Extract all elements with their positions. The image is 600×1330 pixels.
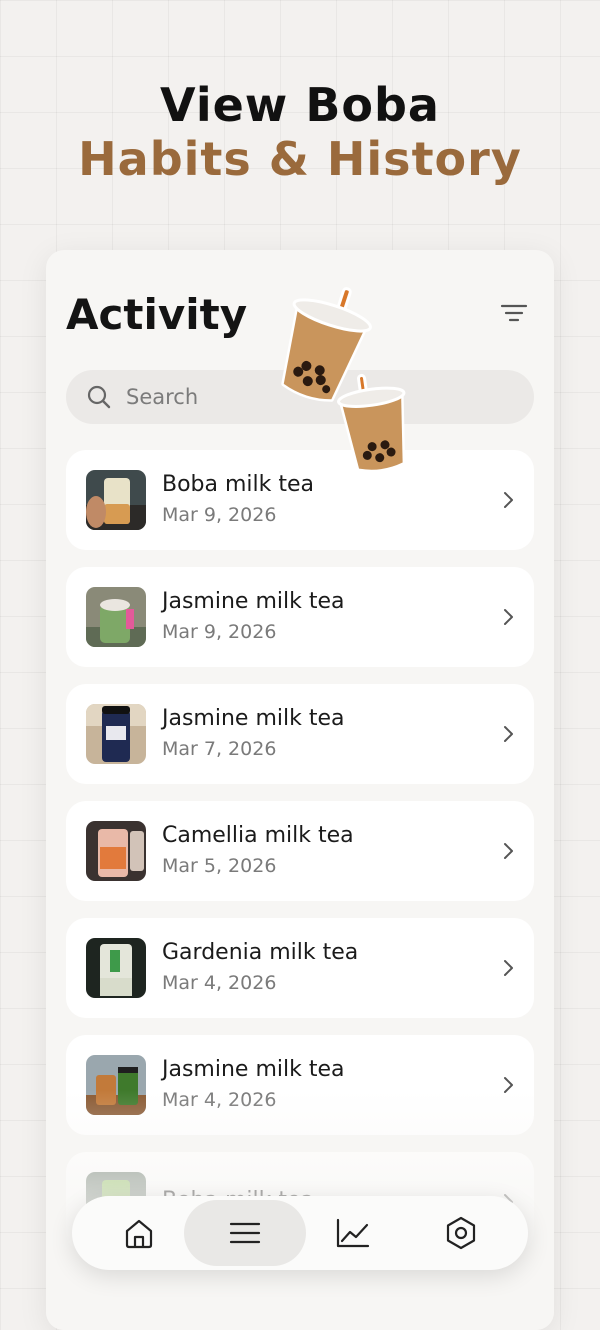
activity-screen: Activity Search Boba milk tea Mar 9, 202… bbox=[46, 250, 554, 1330]
drink-name: Jasmine milk tea bbox=[162, 589, 345, 614]
filter-lines-icon[interactable] bbox=[498, 298, 530, 328]
bottom-nav bbox=[72, 1196, 528, 1270]
drink-date: Mar 4, 2026 bbox=[162, 1089, 277, 1111]
drink-name: Boba milk tea bbox=[162, 472, 315, 497]
chevron-right-icon bbox=[504, 492, 513, 508]
boba-cup-sticker bbox=[337, 373, 406, 473]
chevron-right-icon bbox=[504, 843, 513, 859]
tab-insights[interactable] bbox=[298, 1196, 408, 1270]
chevron-right-icon bbox=[504, 726, 513, 742]
activity-list: Boba milk tea Mar 9, 2026 Jasmine milk t… bbox=[66, 450, 534, 1269]
chevron-right-icon bbox=[504, 960, 513, 976]
tab-settings[interactable] bbox=[406, 1196, 516, 1270]
drink-photo bbox=[86, 470, 146, 530]
chart-icon bbox=[336, 1218, 370, 1248]
promo-line-1: View Boba bbox=[160, 78, 440, 132]
tab-activity[interactable] bbox=[184, 1200, 306, 1266]
promo-line-2: Habits & History bbox=[78, 132, 522, 186]
list-item[interactable]: Boba milk tea Mar 9, 2026 bbox=[66, 450, 534, 550]
list-icon bbox=[229, 1222, 261, 1244]
list-item[interactable]: Jasmine milk tea Mar 7, 2026 bbox=[66, 684, 534, 784]
list-item[interactable]: Jasmine milk tea Mar 9, 2026 bbox=[66, 567, 534, 667]
settings-hexagon-icon bbox=[446, 1216, 476, 1250]
page-title: Activity bbox=[66, 290, 248, 339]
drink-date: Mar 7, 2026 bbox=[162, 738, 277, 760]
drink-date: Mar 9, 2026 bbox=[162, 621, 277, 643]
drink-photo bbox=[86, 938, 146, 998]
list-item[interactable]: Gardenia milk tea Mar 4, 2026 bbox=[66, 918, 534, 1018]
drink-date: Mar 9, 2026 bbox=[162, 504, 277, 526]
drink-photo bbox=[86, 704, 146, 764]
drink-date: Mar 4, 2026 bbox=[162, 972, 277, 994]
list-item[interactable]: Camellia milk tea Mar 5, 2026 bbox=[66, 801, 534, 901]
drink-date: Mar 5, 2026 bbox=[162, 855, 277, 877]
chevron-right-icon bbox=[504, 609, 513, 625]
drink-name: Camellia milk tea bbox=[162, 823, 354, 848]
home-icon bbox=[125, 1219, 153, 1249]
drink-photo bbox=[86, 821, 146, 881]
promo-headline: View Boba Habits & History bbox=[0, 78, 600, 186]
list-item[interactable]: Jasmine milk tea Mar 4, 2026 bbox=[66, 1035, 534, 1135]
search-icon bbox=[86, 384, 112, 410]
tab-home[interactable] bbox=[84, 1196, 194, 1270]
chevron-right-icon bbox=[504, 1077, 513, 1093]
drink-name: Jasmine milk tea bbox=[162, 1057, 345, 1082]
drink-photo bbox=[86, 1055, 146, 1115]
drink-photo bbox=[86, 587, 146, 647]
drink-name: Jasmine milk tea bbox=[162, 706, 345, 731]
drink-name: Gardenia milk tea bbox=[162, 940, 359, 965]
